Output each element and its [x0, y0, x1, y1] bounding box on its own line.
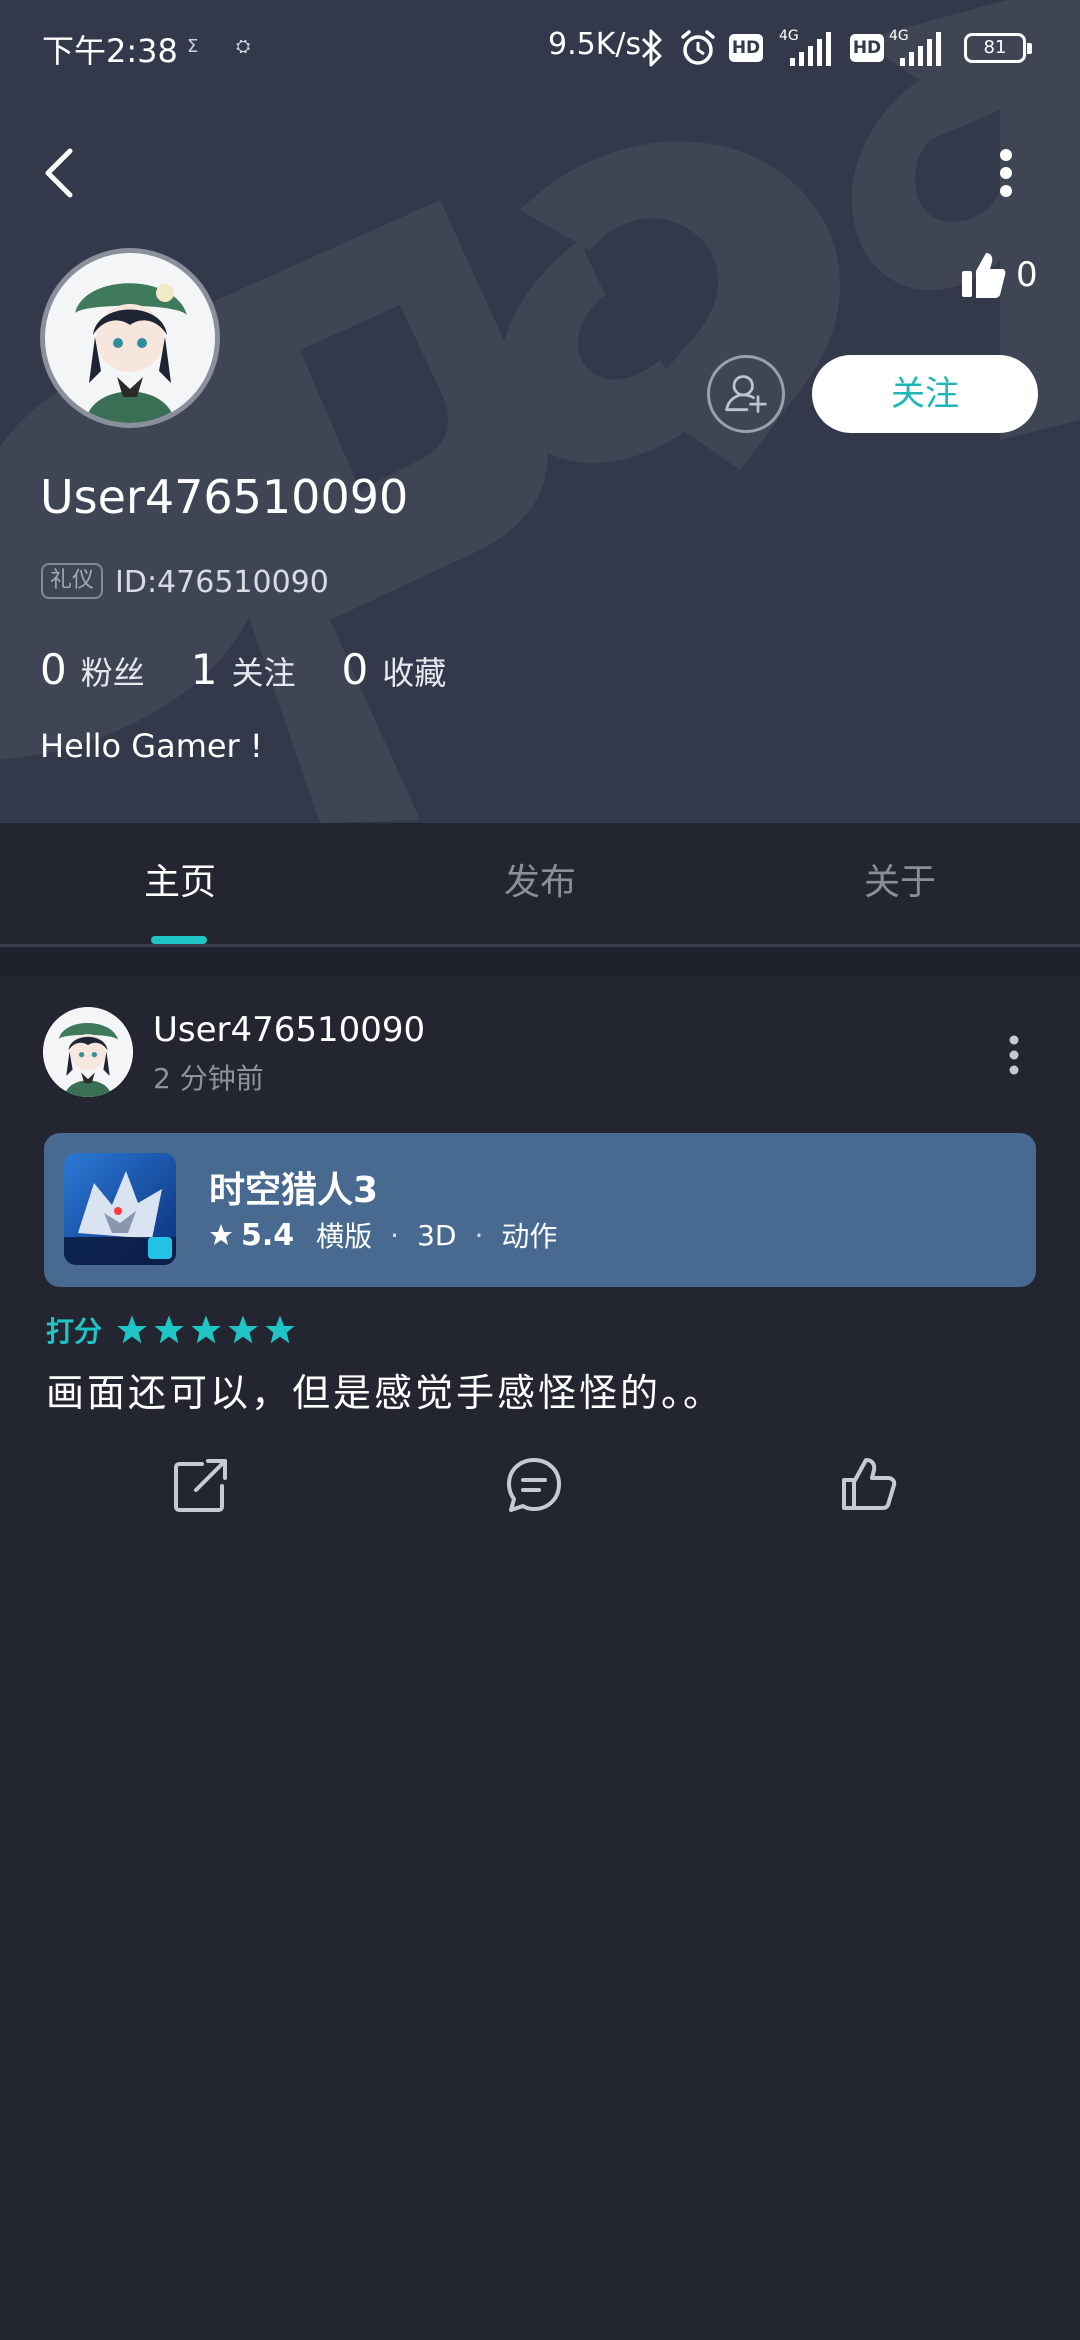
game-card[interactable]: 时空猎人3 5.4 横版 · 3D · 动作	[44, 1133, 1036, 1287]
likes-count: 0	[1016, 255, 1038, 295]
like-count-group[interactable]: 0	[960, 248, 1038, 302]
post-more-icon[interactable]	[1000, 1033, 1028, 1077]
thumbs-up-icon	[962, 253, 1006, 298]
thumbs-up-icon[interactable]	[840, 1456, 898, 1514]
tab-home[interactable]: 主页	[0, 823, 360, 944]
game-tag: 横版	[316, 1220, 373, 1253]
profile-username: User476510090	[40, 470, 409, 524]
more-vertical-icon[interactable]	[990, 145, 1022, 201]
stat-number: 0	[40, 645, 67, 694]
stat-followers[interactable]: 0 粉丝	[40, 645, 145, 694]
post-comment-text: 画面还可以，但是感觉手感怪怪的。。	[46, 1371, 725, 1415]
stat-label: 粉丝	[80, 654, 145, 692]
hd-badge: HD	[729, 34, 763, 62]
avatar-image	[45, 253, 215, 423]
hd-badge-2: HD	[850, 34, 884, 62]
tag-separator: ·	[474, 1218, 484, 1252]
star-icon	[265, 1315, 295, 1344]
game-icon	[64, 1153, 176, 1265]
post-avatar[interactable]	[43, 1007, 133, 1097]
profile-tabs: 主页 发布 关于	[0, 823, 1080, 947]
signal-icon-2	[900, 32, 941, 66]
game-tag: 3D	[417, 1218, 457, 1252]
stat-favorites[interactable]: 0 收藏	[342, 645, 447, 694]
back-arrow-icon[interactable]	[38, 145, 84, 201]
follow-button[interactable]: 关注	[812, 355, 1038, 433]
star-icon	[210, 1224, 232, 1245]
role-badge: 礼仪	[41, 563, 104, 599]
signal-icon	[790, 32, 831, 66]
tag-separator: ·	[390, 1218, 400, 1252]
add-friend-icon[interactable]	[707, 355, 785, 433]
game-icon-image	[64, 1153, 176, 1265]
game-title: 时空猎人3	[209, 1170, 379, 1211]
comment-icon[interactable]	[505, 1456, 563, 1514]
alarm-icon	[681, 30, 715, 65]
user-id: ID:476510090	[115, 565, 329, 600]
notification-icon: Σ	[187, 36, 199, 57]
section-divider	[0, 947, 1080, 975]
post-author-name[interactable]: User476510090	[153, 1010, 425, 1050]
game-score: 5.4	[241, 1217, 295, 1253]
tab-posts[interactable]: 发布	[360, 823, 720, 944]
share-icon[interactable]	[172, 1456, 230, 1514]
avatar-image	[43, 1007, 133, 1097]
network-speed: 9.5K/s	[548, 27, 642, 62]
stat-following[interactable]: 1 关注	[191, 645, 296, 694]
profile-header: 下午2:38 Σ ⛭ 9.5K/s HD 4G HD 4G 81 0 关注 Us…	[0, 0, 1080, 823]
profile-bio: Hello Gamer !	[40, 727, 263, 765]
game-meta: 5.4 横版 · 3D · 动作	[209, 1215, 557, 1255]
rating-row: 打分	[46, 1310, 301, 1350]
stat-number: 0	[341, 645, 369, 694]
stat-label: 关注	[231, 654, 296, 692]
star-icon	[117, 1315, 147, 1344]
profile-stats: 0 粉丝 1 关注 0 收藏	[40, 645, 492, 694]
tab-active-indicator	[151, 936, 207, 944]
avatar[interactable]	[40, 248, 220, 428]
stat-label: 收藏	[382, 654, 447, 692]
star-icon	[154, 1315, 184, 1344]
status-time: 下午2:38	[42, 32, 178, 70]
rating-label: 打分	[46, 1315, 103, 1348]
star-icon	[191, 1315, 221, 1344]
post-timestamp: 2 分钟前	[153, 1062, 264, 1095]
notification-icon-2: ⛭	[236, 36, 251, 57]
profile-screen: 下午2:38 Σ ⛭ 9.5K/s HD 4G HD 4G 81 0 关注 Us…	[0, 0, 1080, 2340]
game-tag: 动作	[501, 1220, 558, 1253]
tab-about[interactable]: 关于	[720, 823, 1080, 944]
status-bar: 下午2:38 Σ ⛭ 9.5K/s HD 4G HD 4G 81	[0, 0, 1080, 96]
bluetooth-icon	[641, 29, 662, 67]
stat-number: 1	[190, 645, 218, 694]
battery-icon: 81	[964, 33, 1032, 63]
star-icon	[228, 1315, 258, 1344]
